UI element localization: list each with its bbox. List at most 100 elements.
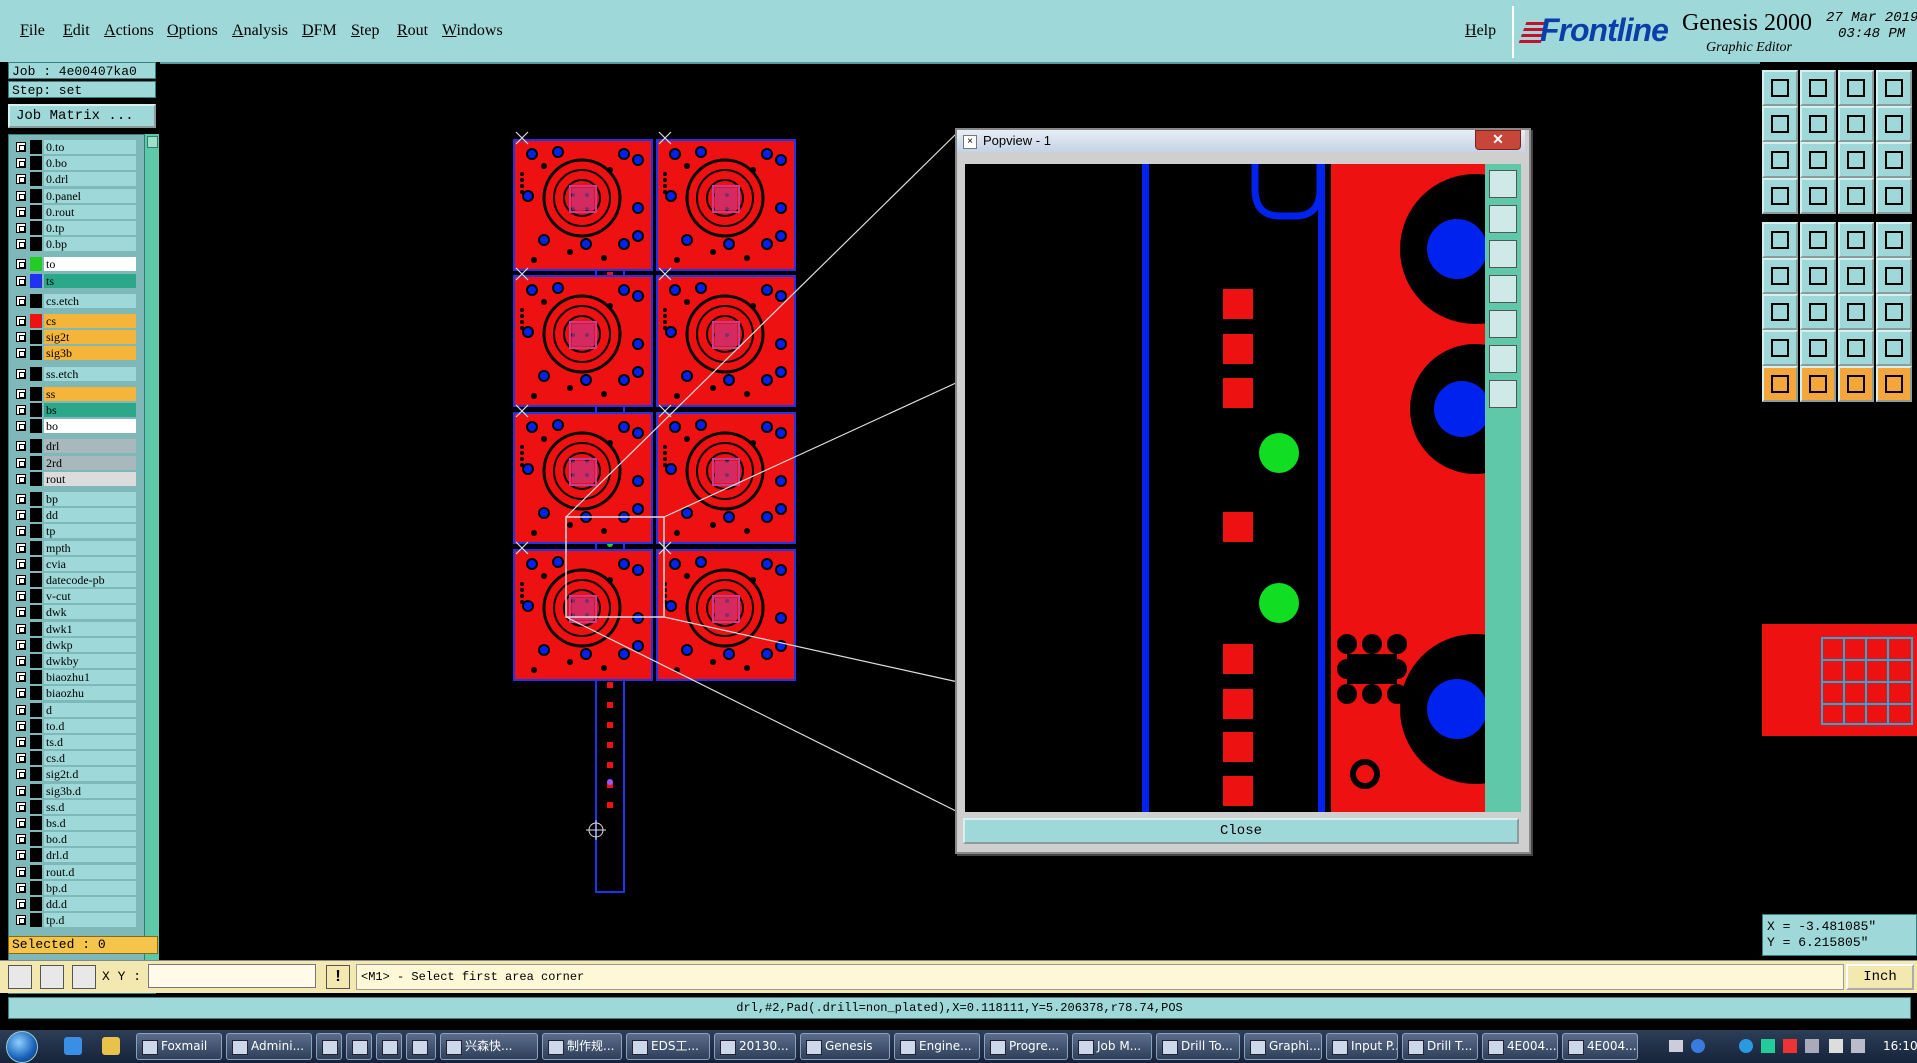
layer-name[interactable]: biaozhu1 (44, 670, 136, 685)
layer-color-swatch[interactable] (30, 330, 42, 345)
group-icon[interactable] (1876, 330, 1912, 366)
zoom-in-icon[interactable] (1489, 345, 1517, 373)
layer-color-swatch[interactable] (30, 670, 42, 685)
pin-icon[interactable] (1838, 258, 1874, 294)
layer-row-ss-etch[interactable]: ss.etch (14, 366, 136, 381)
layer-color-swatch[interactable] (30, 751, 42, 766)
menu-analysis[interactable]: Analysis (232, 22, 288, 40)
keyboard-icon[interactable] (1669, 1040, 1683, 1052)
triangle-a-icon[interactable] (1762, 366, 1798, 402)
layer-checkbox[interactable] (16, 158, 26, 169)
layer-name[interactable]: cvia (44, 556, 136, 571)
pad-icon[interactable] (1762, 222, 1798, 258)
grid-icon[interactable] (72, 965, 96, 989)
job-matrix-button[interactable]: Job Matrix ... (8, 104, 156, 128)
layer-name[interactable]: 0.drl (44, 172, 136, 187)
resize-icon[interactable] (1838, 330, 1874, 366)
layer-checkbox[interactable] (16, 473, 26, 484)
layer-color-swatch[interactable] (30, 816, 42, 830)
layer-checkbox[interactable] (16, 542, 26, 553)
layer-color-swatch[interactable] (30, 654, 42, 668)
layer-color-swatch[interactable] (30, 540, 42, 555)
taskbar-item[interactable]: 4E004... (1562, 1033, 1638, 1060)
taskbar-item[interactable] (406, 1033, 436, 1060)
taskbar-item[interactable]: 制作规... (542, 1033, 622, 1060)
layer-name[interactable]: 0.panel (44, 188, 136, 203)
layer-color-swatch[interactable] (30, 237, 42, 252)
taskbar-item[interactable] (346, 1033, 372, 1060)
layer-row-ss[interactable]: ss (14, 386, 136, 401)
layer-name[interactable]: bp (44, 492, 136, 506)
layer-color-swatch[interactable] (30, 221, 42, 235)
layer-row-bs[interactable]: bs (14, 403, 136, 417)
angle-icon[interactable] (1762, 294, 1798, 330)
layer-checkbox[interactable] (16, 656, 26, 666)
display-icon[interactable] (1805, 1039, 1819, 1053)
layer-list-scrollbar[interactable] (144, 134, 159, 992)
layer-row-0-rout[interactable]: 0.rout (14, 204, 136, 219)
net-icon[interactable] (1838, 178, 1874, 214)
layer-color-swatch[interactable] (30, 637, 42, 652)
start-button[interactable] (6, 1031, 38, 1063)
layer-row-to[interactable]: to (14, 257, 136, 272)
circle-icon[interactable] (1876, 222, 1912, 258)
snap-center-icon[interactable] (1800, 258, 1836, 294)
layer-checkbox[interactable] (16, 526, 26, 537)
layer-name[interactable]: ss (44, 386, 136, 401)
zoom-fit-icon[interactable] (1762, 142, 1798, 178)
layer-name[interactable]: dwkby (44, 654, 136, 668)
layer-color-swatch[interactable] (30, 573, 42, 587)
layer-color-swatch[interactable] (30, 913, 42, 928)
zoom-out-icon[interactable] (1489, 380, 1517, 408)
prev-view-icon[interactable] (1762, 106, 1798, 142)
trace-icon[interactable] (1876, 258, 1912, 294)
next-view-icon[interactable] (1800, 106, 1836, 142)
layer-checkbox[interactable] (16, 915, 26, 926)
layer-checkbox[interactable] (16, 720, 26, 731)
layer-color-swatch[interactable] (30, 735, 42, 749)
layer-color-swatch[interactable] (30, 419, 42, 434)
dash-icon[interactable] (1838, 222, 1874, 258)
layer-name[interactable]: bs (44, 403, 136, 417)
triangle-d-icon[interactable] (1876, 366, 1912, 402)
snap-icon[interactable] (8, 965, 32, 989)
layer-name[interactable]: 0.rout (44, 204, 136, 219)
layer-color-swatch[interactable] (30, 172, 42, 187)
layer-checkbox[interactable] (16, 223, 26, 233)
layer-checkbox[interactable] (16, 457, 26, 468)
layer-row-0-tp[interactable]: 0.tp (14, 221, 136, 235)
layer-name[interactable]: dd (44, 508, 136, 523)
layer-checkbox[interactable] (16, 558, 26, 569)
connect-icon[interactable] (1762, 258, 1798, 294)
layer-row-sig2t[interactable]: sig2t (14, 330, 136, 345)
taskbar-item[interactable]: EDS工... (626, 1033, 710, 1060)
layer-checkbox[interactable] (16, 259, 26, 270)
zoom-area-icon[interactable] (1800, 142, 1836, 178)
curve-icon[interactable] (1838, 294, 1874, 330)
layer-color-swatch[interactable] (30, 156, 42, 171)
layer-checkbox[interactable] (16, 672, 26, 683)
layer-color-swatch[interactable] (30, 897, 42, 911)
layer-row-mpth[interactable]: mpth (14, 540, 136, 555)
layer-checkbox[interactable] (16, 899, 26, 909)
pan-up-icon[interactable] (1489, 205, 1517, 233)
layer-color-swatch[interactable] (30, 273, 42, 288)
layer-name[interactable]: tp.d (44, 913, 136, 928)
layer-name[interactable]: drl.d (44, 848, 136, 863)
menu-file[interactable]: File (20, 22, 45, 40)
layer-color-swatch[interactable] (30, 293, 42, 308)
slash-icon[interactable] (1800, 294, 1836, 330)
taskbar-item[interactable]: Input P... (1326, 1033, 1398, 1060)
folder-icon[interactable] (102, 1037, 120, 1055)
layer-row-dwk1[interactable]: dwk1 (14, 621, 136, 636)
layer-color-swatch[interactable] (30, 686, 42, 701)
layer-checkbox[interactable] (16, 275, 26, 286)
layer-checkbox[interactable] (16, 142, 26, 152)
help-icon[interactable] (1691, 1039, 1705, 1053)
layer-row-dwkp[interactable]: dwkp (14, 637, 136, 652)
unit-button[interactable]: Inch (1846, 964, 1914, 990)
taskbar-item[interactable]: Job M... (1072, 1033, 1152, 1060)
layer-color-swatch[interactable] (30, 204, 42, 219)
layer-checkbox[interactable] (16, 882, 26, 893)
zoom-home-icon[interactable] (1489, 170, 1517, 198)
